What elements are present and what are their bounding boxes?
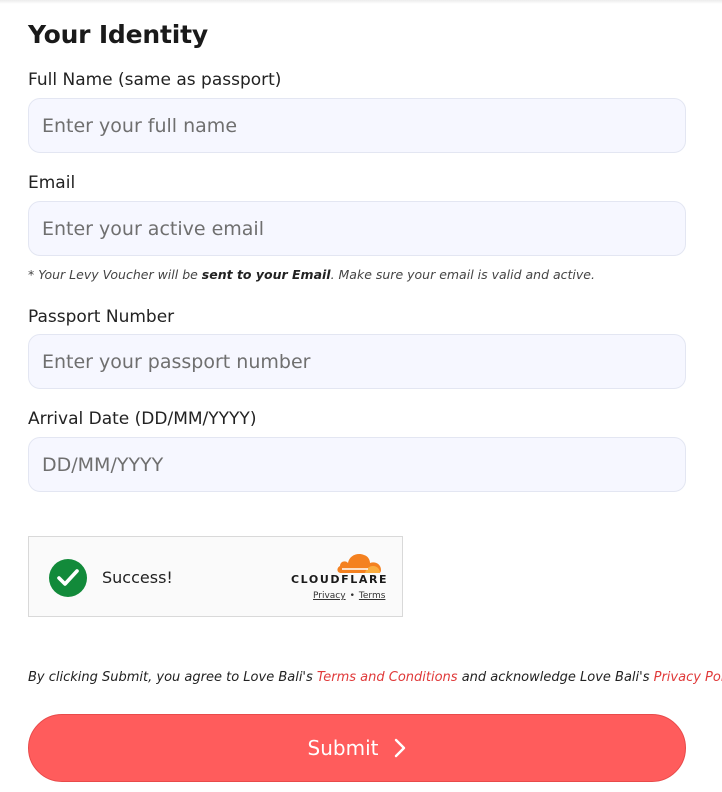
submit-button[interactable]: Submit	[28, 714, 686, 782]
check-circle-icon	[49, 559, 87, 597]
link-separator: •	[349, 591, 355, 601]
arrival-date-input[interactable]	[28, 437, 686, 492]
email-note-prefix: * Your Levy Voucher will be	[28, 267, 202, 282]
email-label: Email	[28, 173, 76, 193]
full-name-input[interactable]	[28, 98, 686, 153]
agreement-middle: and acknowledge Love Bali's	[457, 670, 654, 685]
email-note-bold: sent to your Email	[201, 267, 331, 282]
top-divider	[0, 0, 722, 4]
submit-label: Submit	[307, 736, 379, 760]
submit-content: Submit	[308, 736, 407, 760]
chevron-right-icon	[394, 738, 406, 758]
privacy-policy-link[interactable]: Privacy Policy	[654, 670, 722, 685]
terms-and-conditions-link[interactable]: Terms and Conditions	[317, 670, 458, 685]
email-input[interactable]	[28, 201, 686, 256]
section-title: Your Identity	[28, 20, 208, 49]
captcha-terms-link[interactable]: Terms	[359, 591, 386, 601]
arrival-date-label: Arrival Date (DD/MM/YYYY)	[28, 409, 257, 429]
passport-label: Passport Number	[28, 307, 175, 327]
agreement-prefix: By clicking Submit, you agree to Love Ba…	[28, 670, 317, 685]
cloudflare-logo-text: CLOUDFLARE	[291, 573, 389, 586]
cloudflare-turnstile-widget[interactable]: Success! CLOUDFLARE Privacy • Terms	[28, 536, 403, 617]
email-note-suffix: . Make sure your email is valid and acti…	[330, 267, 595, 282]
identity-form-page: Your Identity Full Name (same as passpor…	[0, 0, 722, 792]
full-name-label: Full Name (same as passport)	[28, 70, 282, 90]
captcha-privacy-link[interactable]: Privacy	[313, 591, 346, 601]
agreement-text: By clicking Submit, you agree to Love Ba…	[28, 670, 722, 685]
captcha-status: Success!	[102, 568, 173, 587]
email-note: * Your Levy Voucher will be sent to your…	[28, 267, 595, 282]
passport-input[interactable]	[28, 334, 686, 389]
cloudflare-cloud-icon	[335, 551, 383, 575]
captcha-links: Privacy • Terms	[313, 591, 385, 601]
